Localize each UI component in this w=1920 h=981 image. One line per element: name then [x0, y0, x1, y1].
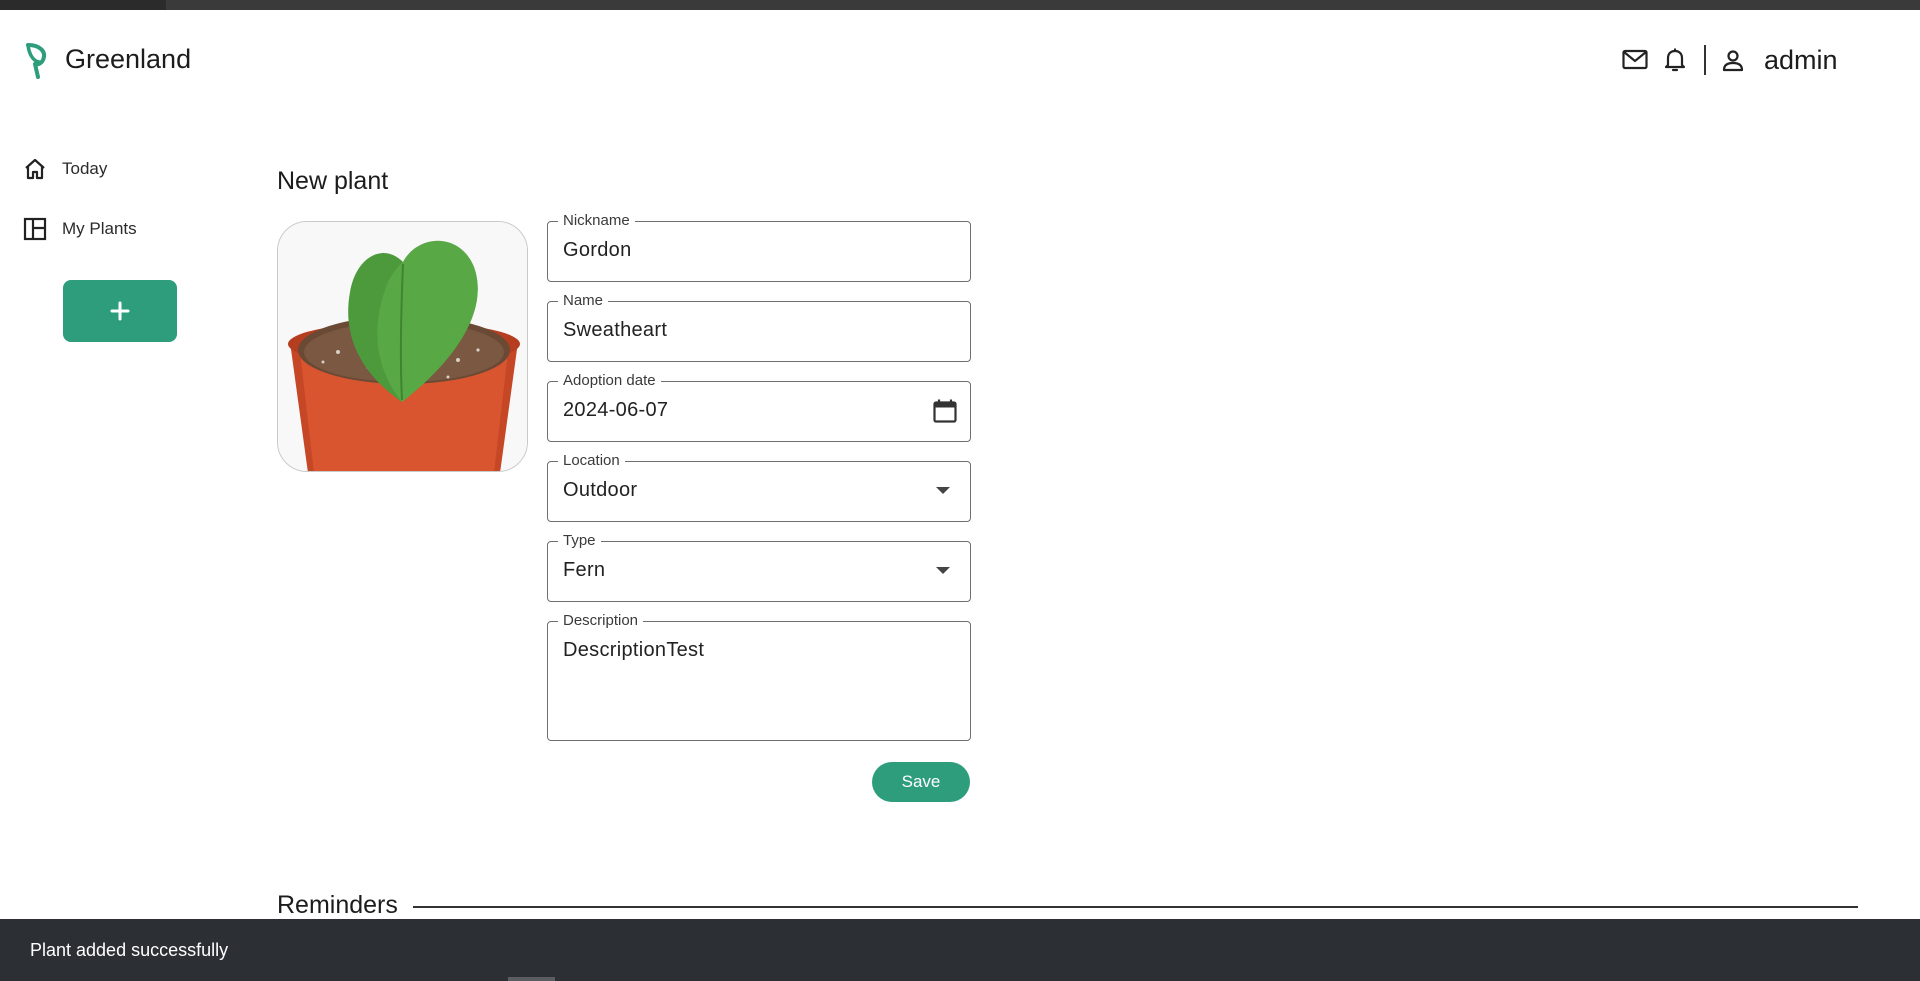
reminders-divider [413, 906, 1858, 908]
adoption-date-field[interactable]: Adoption date 2024-06-07 [547, 372, 971, 442]
chevron-down-icon[interactable] [936, 487, 950, 494]
user-icon[interactable] [1718, 45, 1748, 75]
page-title: New plant [277, 167, 389, 195]
home-icon [22, 156, 48, 182]
window-top-bar [0, 0, 1920, 10]
reminders-title: Reminders [277, 891, 398, 919]
plus-icon [110, 301, 130, 321]
leaf-logo-icon[interactable] [25, 42, 51, 80]
user-name[interactable]: admin [1764, 45, 1838, 76]
description-textarea[interactable]: Description DescriptionTest [547, 612, 971, 741]
snackbar: Plant added successfully [0, 919, 1920, 981]
plant-photo[interactable] [277, 221, 528, 472]
mail-icon[interactable] [1620, 45, 1650, 75]
nickname-value[interactable]: Gordon [563, 239, 632, 262]
sidebar-item-label: My Plants [62, 219, 137, 238]
name-value[interactable]: Sweatheart [563, 319, 667, 342]
location-select[interactable]: Location Outdoor [547, 452, 971, 522]
description-value[interactable]: DescriptionTest [563, 639, 704, 662]
header-divider [1704, 45, 1706, 75]
chevron-down-icon[interactable] [936, 567, 950, 574]
snackbar-handle [508, 977, 555, 981]
adoption-date-value[interactable]: 2024-06-07 [563, 399, 668, 422]
snackbar-message: Plant added successfully [30, 940, 229, 960]
location-label: Location [558, 452, 625, 470]
dashboard-icon [22, 216, 48, 242]
description-label: Description [558, 612, 644, 630]
adoption-date-label: Adoption date [558, 372, 661, 390]
sidebar-item-my-plants[interactable]: My Plants [22, 216, 137, 242]
add-plant-button[interactable] [63, 280, 177, 342]
nickname-label: Nickname [558, 212, 635, 230]
type-select[interactable]: Type Fern [547, 532, 971, 602]
nickname-field[interactable]: Nickname Gordon [547, 212, 971, 282]
save-button[interactable]: Save [872, 762, 970, 802]
calendar-icon[interactable] [930, 396, 960, 426]
type-label: Type [558, 532, 601, 550]
type-value[interactable]: Fern [563, 559, 605, 582]
sidebar-item-label: Today [62, 159, 108, 178]
bell-icon[interactable] [1660, 45, 1690, 75]
name-label: Name [558, 292, 609, 310]
window-top-bar-accent [0, 0, 166, 10]
brand-title[interactable]: Greenland [65, 44, 191, 75]
location-value[interactable]: Outdoor [563, 479, 637, 502]
name-field[interactable]: Name Sweatheart [547, 292, 971, 362]
header-actions: admin [1620, 42, 1838, 78]
sidebar-item-today[interactable]: Today [22, 156, 107, 182]
